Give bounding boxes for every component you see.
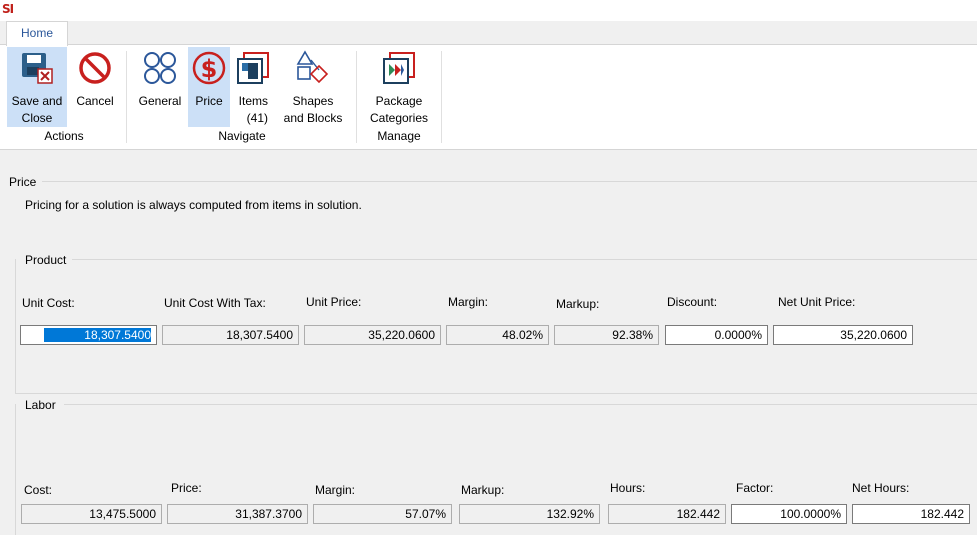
group-manage-label: Manage — [377, 129, 421, 143]
package-categories-button[interactable]: Package Categories — [366, 47, 432, 127]
shapes-and-blocks-label: Shapes and Blocks — [283, 94, 343, 125]
labor-markup-label: Markup: — [461, 483, 505, 497]
net-unit-price-field[interactable]: 35,220.0600 — [773, 325, 913, 345]
cancel-label: Cancel — [76, 94, 114, 108]
margin-label: Margin: — [448, 295, 489, 309]
product-group-border — [15, 259, 16, 394]
labor-price-field[interactable]: 31,387.3700 — [167, 504, 308, 524]
hours-label: Hours: — [610, 481, 646, 495]
unit-cost-tax-field[interactable]: 18,307.5400 — [162, 325, 299, 345]
product-group-line — [72, 259, 977, 260]
discount-label: Discount: — [667, 295, 718, 309]
dollar-icon: $ — [192, 51, 226, 85]
package-categories-label: Package Categories — [369, 94, 429, 125]
product-group-bottom — [15, 393, 977, 394]
product-group-title: Product — [25, 253, 67, 267]
unit-cost-label: Unit Cost: — [22, 296, 75, 310]
package-categories-icon — [383, 52, 415, 84]
unit-cost-tax-label: Unit Cost With Tax: — [164, 296, 266, 310]
markup-label: Markup: — [556, 297, 600, 311]
labor-markup-field[interactable]: 132.92% — [459, 504, 600, 524]
price-section-line — [42, 181, 977, 182]
save-close-icon — [22, 53, 53, 84]
unit-cost-value: 18,307.5400 — [44, 328, 151, 342]
labor-group-line — [64, 404, 977, 405]
shapes-icon — [296, 50, 329, 84]
factor-field[interactable]: 100.0000% — [731, 504, 847, 524]
net-hours-label: Net Hours: — [852, 481, 910, 495]
net-hours-field[interactable]: 182.442 — [852, 504, 970, 524]
items-button[interactable]: Items (41) — [232, 47, 274, 127]
save-and-close-label: Save and Close — [11, 94, 63, 125]
net-unit-price-label: Net Unit Price: — [778, 295, 856, 309]
labor-group-title: Labor — [25, 398, 56, 412]
price-section-title: Price — [9, 175, 37, 189]
ribbon: Save and Close Cancel Actions General $ … — [0, 44, 977, 150]
general-button[interactable]: General — [134, 47, 186, 127]
app-logo: SI — [2, 2, 14, 16]
pricing-description: Pricing for a solution is always compute… — [25, 198, 362, 212]
labor-price-label: Price: — [171, 481, 202, 495]
shapes-and-blocks-button[interactable]: Shapes and Blocks — [279, 47, 347, 127]
labor-cost-label: Cost: — [24, 483, 53, 497]
group-separator — [356, 51, 357, 143]
price-label: Price — [195, 94, 223, 108]
svg-text:$: $ — [201, 55, 218, 83]
cancel-icon — [79, 52, 111, 84]
markup-field[interactable]: 92.38% — [554, 325, 659, 345]
group-navigate-label: Navigate — [218, 129, 266, 143]
cancel-button[interactable]: Cancel — [69, 47, 121, 127]
labor-margin-field[interactable]: 57.07% — [313, 504, 452, 524]
items-label: Items (41) — [238, 94, 268, 125]
general-icon — [144, 52, 176, 84]
general-label: General — [138, 94, 182, 108]
price-button[interactable]: $ Price — [188, 47, 230, 127]
margin-field[interactable]: 48.02% — [446, 325, 549, 345]
labor-cost-field[interactable]: 13,475.5000 — [21, 504, 162, 524]
tab-home[interactable]: Home — [6, 21, 68, 46]
labor-margin-label: Margin: — [315, 483, 356, 497]
unit-price-label: Unit Price: — [306, 295, 362, 309]
factor-label: Factor: — [736, 481, 774, 495]
hours-field[interactable]: 182.442 — [608, 504, 726, 524]
unit-cost-field[interactable]: 18,307.5400 — [20, 325, 157, 345]
labor-group-border — [15, 404, 16, 535]
unit-price-field[interactable]: 35,220.0600 — [304, 325, 441, 345]
discount-field[interactable]: 0.0000% — [665, 325, 768, 345]
group-actions-label: Actions — [44, 129, 84, 143]
group-separator — [126, 51, 127, 143]
items-icon — [237, 52, 269, 84]
save-and-close-button[interactable]: Save and Close — [7, 47, 67, 127]
title-bar: SI — [0, 0, 977, 21]
group-separator — [441, 51, 442, 143]
